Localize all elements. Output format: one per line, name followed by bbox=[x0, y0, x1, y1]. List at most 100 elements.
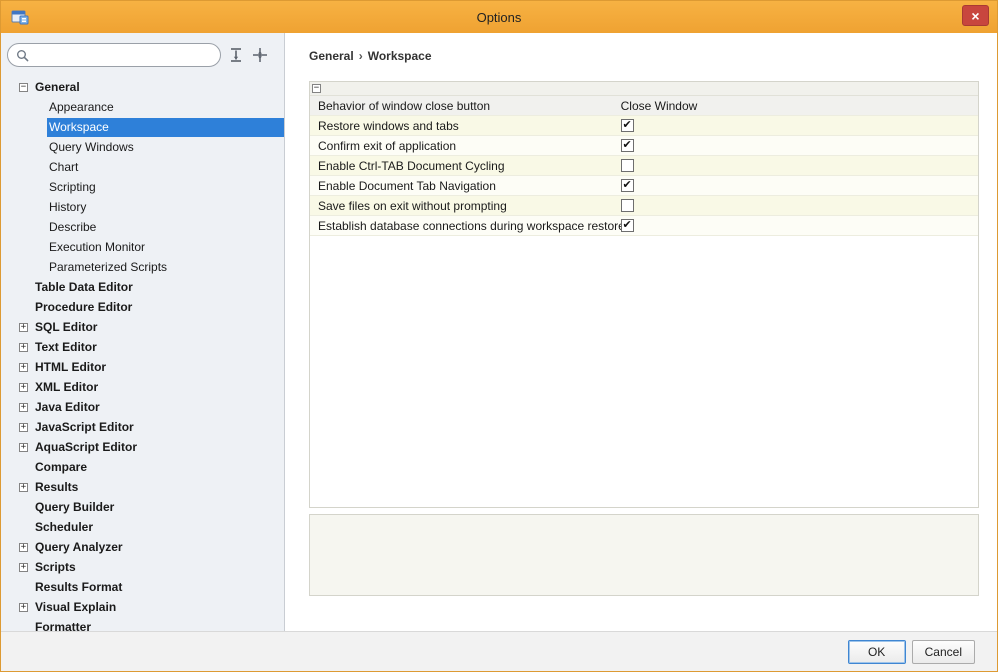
main-panel: General›Workspace − Behavior of window c… bbox=[285, 33, 997, 631]
tree-item-label: Scripting bbox=[47, 178, 284, 197]
tree-item-appearance[interactable]: Appearance bbox=[1, 97, 284, 117]
checkbox-checked[interactable]: ✔ bbox=[621, 119, 634, 132]
close-icon: × bbox=[971, 8, 979, 24]
tree-item-label: Procedure Editor bbox=[33, 298, 284, 317]
checkbox-checked[interactable]: ✔ bbox=[621, 139, 634, 152]
sidebar: −GeneralAppearanceWorkspaceQuery Windows… bbox=[1, 33, 285, 631]
breadcrumb-separator: › bbox=[359, 49, 363, 63]
ok-button[interactable]: OK bbox=[848, 640, 906, 664]
tree-item-general[interactable]: −General bbox=[1, 77, 284, 97]
tree-item-visual-explain[interactable]: + Visual Explain bbox=[1, 597, 284, 617]
window-title: Options bbox=[1, 10, 997, 25]
setting-row-confirm-exit-of-application: Confirm exit of application✔ bbox=[310, 136, 978, 156]
tree-item-label: AquaScript Editor bbox=[33, 438, 284, 457]
tree-item-label: Describe bbox=[47, 218, 284, 237]
setting-value bbox=[621, 199, 978, 212]
collapse-all-icon[interactable] bbox=[251, 46, 269, 64]
expand-icon[interactable]: + bbox=[19, 383, 28, 392]
setting-row-establish-database-connections-during-workspace-restore: Establish database connections during wo… bbox=[310, 216, 978, 236]
breadcrumb: General›Workspace bbox=[309, 49, 979, 63]
tree-item-scripts[interactable]: + Scripts bbox=[1, 557, 284, 577]
tree-item-label: Visual Explain bbox=[33, 598, 284, 617]
setting-value: ✔ bbox=[621, 139, 978, 152]
tree-item-label: Scripts bbox=[33, 558, 284, 577]
tree-item-xml-editor[interactable]: +XML Editor bbox=[1, 377, 284, 397]
footer: OK Cancel bbox=[1, 631, 997, 671]
tree-item-label: Table Data Editor bbox=[33, 278, 284, 297]
tree-item-compare[interactable]: Compare bbox=[1, 457, 284, 477]
tree-item-scripting[interactable]: Scripting bbox=[1, 177, 284, 197]
tree-item-query-analyzer[interactable]: + Query Analyzer bbox=[1, 537, 284, 557]
setting-value: Close Window bbox=[621, 99, 978, 113]
expand-icon[interactable]: + bbox=[19, 363, 28, 372]
search-input[interactable] bbox=[34, 47, 212, 63]
expand-icon[interactable]: + bbox=[19, 323, 28, 332]
setting-row-save-files-on-exit-without-prompting: Save files on exit without prompting bbox=[310, 196, 978, 216]
search-box[interactable] bbox=[7, 43, 221, 67]
tree-item-label: Query Analyzer bbox=[33, 538, 284, 557]
tree-item-sql-editor[interactable]: +SQL Editor bbox=[1, 317, 284, 337]
collapse-group-icon[interactable]: − bbox=[312, 84, 321, 93]
close-button[interactable]: × bbox=[962, 5, 989, 26]
tree-item-history[interactable]: History bbox=[1, 197, 284, 217]
setting-label: Establish database connections during wo… bbox=[310, 219, 621, 233]
expand-icon[interactable]: + bbox=[19, 543, 28, 552]
tree-item-label: JavaScript Editor bbox=[33, 418, 284, 437]
dialog-content: −GeneralAppearanceWorkspaceQuery Windows… bbox=[1, 33, 997, 631]
search-row bbox=[1, 33, 284, 73]
search-icon bbox=[16, 49, 29, 62]
options-dialog: Options × bbox=[0, 0, 998, 672]
tree-item-label: Results Format bbox=[33, 578, 284, 597]
expand-icon[interactable]: + bbox=[19, 403, 28, 412]
tree-item-label: Formatter bbox=[33, 618, 284, 632]
settings-table: Behavior of window close buttonClose Win… bbox=[310, 96, 978, 236]
tree-item-table-data-editor[interactable]: Table Data Editor bbox=[1, 277, 284, 297]
tree-item-javascript-editor[interactable]: + JavaScript Editor bbox=[1, 417, 284, 437]
checkbox-unchecked[interactable] bbox=[621, 159, 634, 172]
breadcrumb-parent[interactable]: General bbox=[309, 49, 354, 63]
expand-all-icon[interactable] bbox=[227, 46, 245, 64]
setting-value-text[interactable]: Close Window bbox=[621, 99, 698, 113]
expand-icon[interactable]: + bbox=[19, 563, 28, 572]
tree-item-results[interactable]: +Results bbox=[1, 477, 284, 497]
setting-row-behavior-of-window-close-button: Behavior of window close buttonClose Win… bbox=[310, 96, 978, 116]
tree-item-html-editor[interactable]: +HTML Editor bbox=[1, 357, 284, 377]
checkbox-checked[interactable]: ✔ bbox=[621, 219, 634, 232]
tree-item-label: Query Builder bbox=[33, 498, 284, 517]
setting-label: Enable Document Tab Navigation bbox=[310, 179, 621, 193]
checkbox-checked[interactable]: ✔ bbox=[621, 179, 634, 192]
tree-item-query-builder[interactable]: Query Builder bbox=[1, 497, 284, 517]
setting-value bbox=[621, 159, 978, 172]
tree-item-chart[interactable]: Chart bbox=[1, 157, 284, 177]
expand-icon[interactable]: + bbox=[19, 423, 28, 432]
tree-item-label: Workspace bbox=[47, 118, 284, 137]
checkbox-unchecked[interactable] bbox=[621, 199, 634, 212]
setting-label: Behavior of window close button bbox=[310, 99, 621, 113]
tree-item-scheduler[interactable]: Scheduler bbox=[1, 517, 284, 537]
tree-item-label: Execution Monitor bbox=[47, 238, 284, 257]
tree-item-procedure-editor[interactable]: Procedure Editor bbox=[1, 297, 284, 317]
tree-item-java-editor[interactable]: + Java Editor bbox=[1, 397, 284, 417]
tree-item-query-windows[interactable]: Query Windows bbox=[1, 137, 284, 157]
tree-item-describe[interactable]: Describe bbox=[1, 217, 284, 237]
tree-item-aquascript-editor[interactable]: + AquaScript Editor bbox=[1, 437, 284, 457]
tree-item-label: Java Editor bbox=[33, 398, 284, 417]
tree-item-workspace[interactable]: Workspace bbox=[1, 117, 284, 137]
setting-value: ✔ bbox=[621, 119, 978, 132]
cancel-button[interactable]: Cancel bbox=[912, 640, 975, 664]
expand-icon[interactable]: + bbox=[19, 443, 28, 452]
tree-item-label: Chart bbox=[47, 158, 284, 177]
settings-group-bar: − bbox=[310, 82, 978, 96]
expand-icon[interactable]: + bbox=[19, 483, 28, 492]
tree-item-results-format[interactable]: Results Format bbox=[1, 577, 284, 597]
expand-icon[interactable]: + bbox=[19, 603, 28, 612]
setting-row-enable-ctrl-tab-document-cycling: Enable Ctrl-TAB Document Cycling bbox=[310, 156, 978, 176]
tree-item-parameterized-scripts[interactable]: Parameterized Scripts bbox=[1, 257, 284, 277]
tree-item-execution-monitor[interactable]: Execution Monitor bbox=[1, 237, 284, 257]
collapse-icon[interactable]: − bbox=[19, 83, 28, 92]
setting-value: ✔ bbox=[621, 179, 978, 192]
expand-icon[interactable]: + bbox=[19, 343, 28, 352]
tree-item-formatter[interactable]: Formatter bbox=[1, 617, 284, 631]
tree-item-text-editor[interactable]: +Text Editor bbox=[1, 337, 284, 357]
options-tree: −GeneralAppearanceWorkspaceQuery Windows… bbox=[1, 73, 284, 631]
